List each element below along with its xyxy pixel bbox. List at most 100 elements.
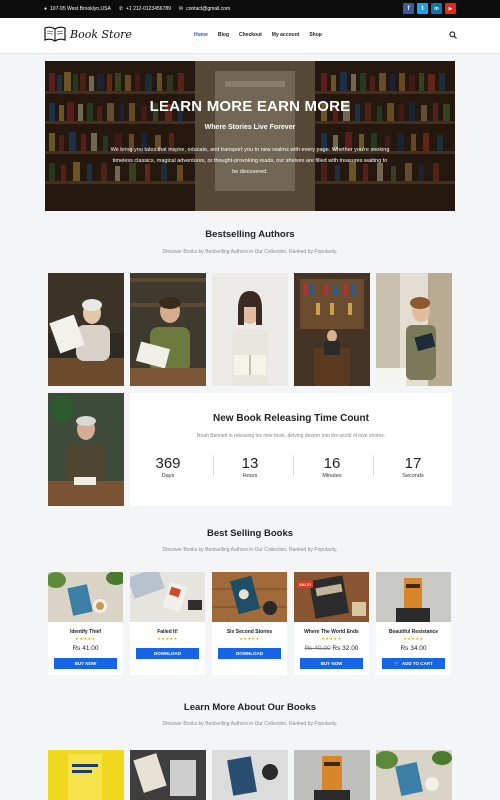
sale-badge: SALE! — [297, 581, 313, 588]
top-bar: ● 107-95 West Brooklyn,USA ✆ +1 212-0123… — [0, 0, 500, 18]
countdown-divider — [293, 455, 294, 477]
product-name[interactable]: Beautiful Resistance — [376, 629, 451, 635]
nav-shop[interactable]: Shop — [309, 32, 322, 38]
phone-text[interactable]: +1 212-0123456789 — [126, 6, 171, 12]
best-selling-books-title: Best Selling Books — [206, 528, 294, 539]
product-card[interactable]: Failed It! ★★★★★ Download — [130, 572, 205, 675]
author-photo-4[interactable] — [294, 273, 370, 386]
buy-now-button[interactable]: Buy Now — [300, 658, 363, 669]
bestselling-authors-subtitle: Discover Books by Bestselling Authors in… — [162, 249, 338, 255]
nav-home[interactable]: Home — [194, 32, 208, 38]
rating-stars-icon: ★★★★★ — [157, 636, 178, 641]
old-price: Rs 40.00 — [304, 645, 331, 652]
seconds-label: Seconds — [402, 473, 424, 479]
product-image[interactable] — [48, 572, 123, 622]
nav-blog[interactable]: Blog — [218, 32, 229, 38]
product-image[interactable] — [294, 572, 369, 622]
rating-stars-icon: ★★★★★ — [75, 636, 96, 641]
best-selling-books-subtitle: Discover Books by Bestselling Authors in… — [162, 547, 338, 553]
author-image — [130, 273, 206, 386]
release-countdown-panel: New Book Releasing Time Count Noah Benne… — [130, 393, 452, 506]
product-name[interactable]: Where The World Ends — [294, 629, 369, 635]
author-image — [48, 273, 124, 386]
bestselling-authors-title: Bestselling Authors — [205, 229, 295, 240]
countdown-seconds: 17 Seconds — [383, 455, 443, 479]
book-thumbnail[interactable] — [376, 750, 452, 800]
product-card[interactable]: SALE! Where The World Ends ★★★★★ Rs 40.0… — [294, 572, 369, 675]
countdown-divider — [213, 455, 214, 477]
book-thumbnail[interactable] — [48, 750, 124, 800]
author-photo-2[interactable] — [130, 273, 206, 386]
hero-description: We bring you tales that inspire, educate… — [110, 147, 390, 175]
main-nav: Home Blog Checkout My account Shop — [194, 32, 322, 38]
search-icon[interactable] — [449, 31, 457, 41]
author-image — [294, 273, 370, 386]
days-label: Days — [161, 473, 175, 479]
rating-stars-icon: ★★★★★ — [403, 636, 424, 641]
author-image — [48, 393, 124, 506]
product-name[interactable]: Identify Thief — [48, 629, 123, 635]
countdown-divider — [373, 455, 374, 477]
rating-stars-icon: ★★★★★ — [239, 636, 260, 641]
product-image[interactable] — [212, 572, 287, 622]
days-value: 369 — [155, 455, 181, 472]
twitter-icon[interactable]: t — [417, 3, 428, 14]
logo[interactable]: Book Store — [44, 26, 132, 42]
facebook-icon[interactable]: f — [403, 3, 414, 14]
product-image[interactable] — [376, 572, 451, 622]
book-thumbnail[interactable] — [130, 750, 206, 800]
rating-stars-icon: ★★★★★ — [321, 636, 342, 641]
product-name[interactable]: Six Second Stories — [212, 629, 287, 635]
product-card[interactable]: Identify Thief ★★★★★ Rs 41.00 Buy Now — [48, 572, 123, 675]
hero-title: LEARN MORE EARN MORE — [149, 98, 351, 115]
envelope-icon: ✉ — [178, 6, 184, 12]
product-name[interactable]: Failed It! — [130, 629, 205, 635]
logo-text: Book Store — [70, 27, 132, 41]
author-photo-3[interactable] — [212, 273, 288, 386]
seconds-value: 17 — [404, 455, 422, 472]
countdown-minutes: 16 Minutes — [302, 455, 362, 479]
author-photo-1[interactable] — [48, 273, 124, 386]
author-photo-6[interactable] — [48, 393, 124, 506]
learn-more-title: Learn More About Our Books — [183, 702, 317, 713]
countdown-days: 369 Days — [138, 455, 198, 479]
email-text[interactable]: contact@gmail.com — [186, 6, 230, 12]
buy-now-button[interactable]: Buy Now — [54, 658, 117, 669]
youtube-icon[interactable]: ▶ — [445, 3, 456, 14]
product-card[interactable]: Six Second Stories ★★★★★ Download — [212, 572, 287, 675]
cart-icon: 🛒 — [394, 660, 400, 666]
phone-item[interactable]: ✆ +1 212-0123456789 — [119, 6, 171, 12]
download-button[interactable]: Download — [218, 648, 281, 659]
add-to-cart-button[interactable]: 🛒 Add to cart — [382, 658, 445, 669]
open-book-icon — [44, 26, 66, 42]
author-image — [212, 273, 288, 386]
book-thumbnail[interactable] — [212, 750, 288, 800]
nav-checkout[interactable]: Checkout — [239, 32, 262, 38]
email-item[interactable]: ✉ contact@gmail.com — [179, 6, 230, 12]
location-pin-icon: ● — [44, 6, 48, 12]
hours-label: Hours — [242, 473, 258, 479]
nav-my-account[interactable]: My account — [272, 32, 300, 38]
hero-banner: LEARN MORE EARN MORE Where Stories Live … — [45, 61, 455, 211]
product-price: Rs 41.00 — [72, 645, 99, 652]
phone-icon: ✆ — [118, 6, 124, 12]
author-photo-5[interactable] — [376, 273, 452, 386]
author-image — [376, 273, 452, 386]
site-header: Book Store Home Blog Checkout My account… — [0, 18, 500, 54]
product-price: Rs 34.00 — [400, 645, 427, 652]
address-text: 107-95 West Brooklyn,USA — [50, 6, 111, 12]
social-links: f t in ▶ — [403, 3, 456, 14]
product-image[interactable] — [130, 572, 205, 622]
countdown-subtitle: Noah Bennett is releasing his new book, … — [196, 433, 386, 439]
minutes-value: 16 — [323, 455, 341, 472]
address-item: ● 107-95 West Brooklyn,USA — [44, 6, 111, 12]
book-thumbnail[interactable] — [294, 750, 370, 800]
minutes-label: Minutes — [322, 473, 342, 479]
download-button[interactable]: Download — [136, 648, 199, 659]
linkedin-icon[interactable]: in — [431, 3, 442, 14]
countdown-title: New Book Releasing Time Count — [213, 413, 369, 424]
hero-subtitle: Where Stories Live Forever — [204, 124, 296, 131]
learn-more-subtitle: Discover Books by Bestselling Authors in… — [162, 721, 338, 727]
product-card[interactable]: Beautiful Resistance ★★★★★ Rs 34.00 🛒 Add… — [376, 572, 451, 675]
product-price: Rs 40.00 Rs 32.00 — [294, 645, 369, 652]
